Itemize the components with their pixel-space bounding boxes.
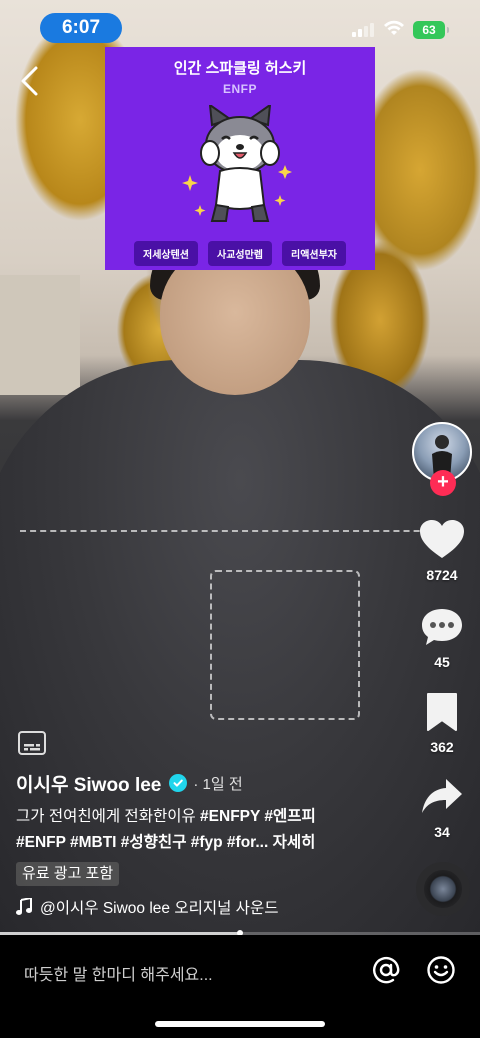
caption-hashtags-line1[interactable]: #ENFPY #엔프피 [200,808,316,825]
battery-indicator: 63 [413,21,449,39]
save-action[interactable]: 362 [410,692,474,755]
sound-name: @이시우 Siwoo lee 오리지널 사운드 [40,900,279,917]
cellular-signal-icon [352,21,374,37]
status-time: 6:07 [40,13,122,43]
husky-illustration [182,105,292,222]
author-name[interactable]: 이시우 Siwoo lee [16,770,161,797]
mention-icon[interactable] [371,955,401,985]
post-time: · 1일 전 [193,775,243,793]
back-button[interactable] [16,64,44,98]
follow-button[interactable]: + [430,470,456,496]
wifi-icon [384,20,404,35]
share-arrow-icon [422,779,462,813]
shirt-pocket-stitch [210,570,360,720]
share-action[interactable]: 34 [410,777,474,840]
heart-icon [420,520,464,558]
like-action[interactable]: 8724 [410,520,474,583]
caption-text: 그가 전여친에게 전화한이유 [16,808,201,825]
shirt-seam-stitch [20,530,460,532]
sound-row[interactable]: @이시우 Siwoo lee 오리지널 사운드 [16,896,278,918]
trait-badge: 리액션부자 [282,241,346,266]
comment-count: 45 [434,654,450,670]
comment-action[interactable]: 45 [410,607,474,670]
comment-input[interactable]: 따듯한 말 한마디 해주세요... [24,961,213,985]
share-count: 34 [434,824,450,840]
like-count: 8724 [426,567,458,583]
post-caption[interactable]: 그가 전여친에게 전화한이유 #ENFPY #엔프피 #ENFP #MBTI #… [16,804,406,856]
status-bar: 6:07 63 [0,0,480,54]
music-disc-button[interactable] [416,862,470,916]
mbti-card-title: 인간 스파클링 허스키 [173,60,307,77]
home-indicator [155,1021,325,1027]
trait-badge: 사교성만렙 [208,241,272,266]
verified-check-icon [169,774,188,792]
comment-bar: 따듯한 말 한마디 해주세요... [0,935,480,1038]
background-shelf [0,275,80,395]
save-count: 362 [430,739,454,755]
caption-hashtags-line2[interactable]: #ENFP #MBTI #성향친구 #fyp #for... [16,834,268,851]
bookmark-icon [427,693,457,731]
comment-bubble-icon [422,609,462,645]
mbti-type-label: ENFP [222,82,257,96]
trait-badges: 저세상텐션 사교성만렙 리액션부자 [105,241,375,266]
music-note-icon [16,898,32,915]
trait-badge: 저세상텐션 [134,241,198,266]
paid-partnership-badge[interactable]: 유료 광고 포함 [16,862,120,886]
emoji-icon[interactable] [426,955,456,985]
caption-more-link[interactable]: 자세히 [268,834,316,851]
author-row: 이시우 Siwoo lee · 1일 전 [16,770,243,796]
mbti-result-card: 인간 스파클링 허스키 ENFP 저세상텐션 사교성만렙 리액션부자 [105,47,375,270]
captions-icon[interactable] [18,731,46,755]
